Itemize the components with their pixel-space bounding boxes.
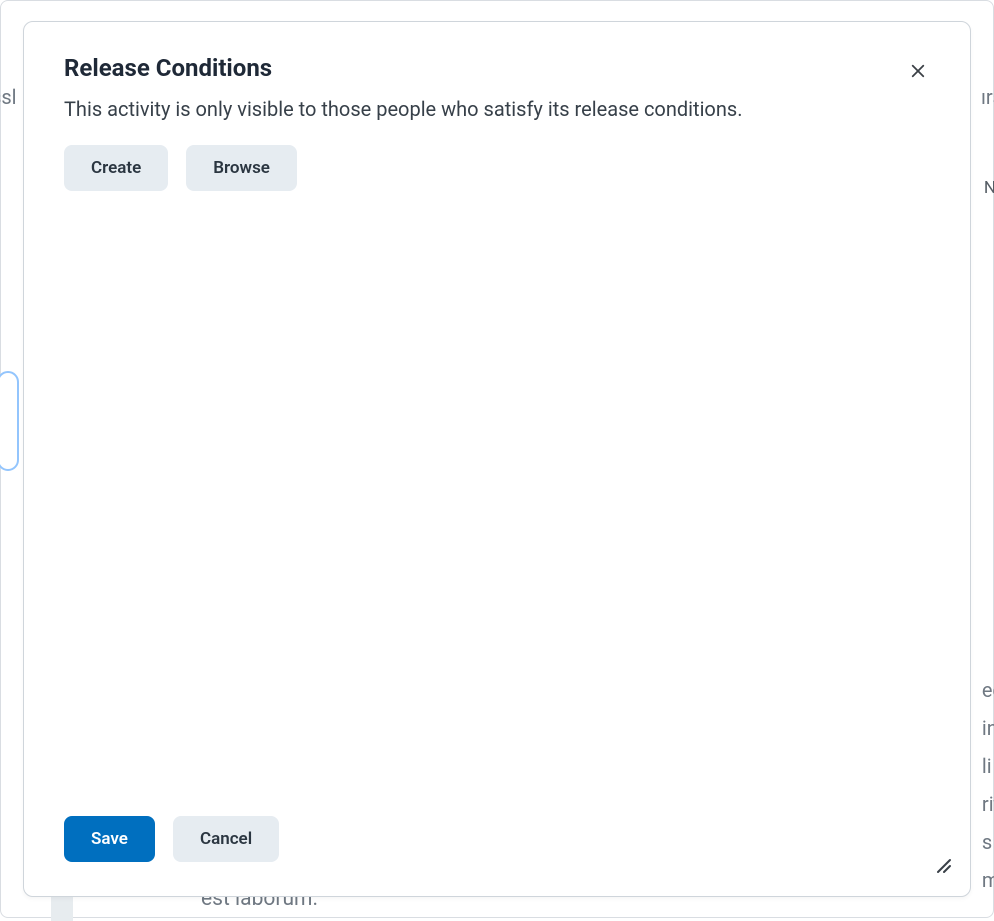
condition-actions-row: Create Browse bbox=[24, 123, 970, 191]
release-conditions-dialog: Release Conditions This activity is only… bbox=[23, 21, 971, 897]
cancel-button[interactable]: Cancel bbox=[173, 816, 279, 862]
background-text-fragment: ssl bbox=[0, 79, 17, 115]
background-text-fragment: Ne bbox=[984, 173, 994, 204]
dialog-header: Release Conditions bbox=[24, 22, 970, 82]
close-icon bbox=[909, 62, 927, 83]
browse-button[interactable]: Browse bbox=[186, 145, 297, 191]
background-pill-fragment bbox=[0, 371, 19, 471]
save-button[interactable]: Save bbox=[64, 816, 155, 862]
close-button[interactable] bbox=[900, 54, 936, 90]
background-block-fragment bbox=[51, 893, 73, 921]
dialog-body-spacer bbox=[24, 191, 970, 816]
dialog-description: This activity is only visible to those p… bbox=[24, 82, 970, 123]
create-button[interactable]: Create bbox=[64, 145, 168, 191]
dialog-title: Release Conditions bbox=[64, 54, 930, 82]
resize-icon bbox=[932, 854, 952, 878]
background-text-fragment: ec in li rit s m bbox=[982, 671, 994, 899]
resize-handle[interactable] bbox=[924, 850, 952, 878]
dialog-footer: Save Cancel bbox=[24, 816, 970, 896]
background-text-fragment: ırs bbox=[981, 79, 994, 115]
